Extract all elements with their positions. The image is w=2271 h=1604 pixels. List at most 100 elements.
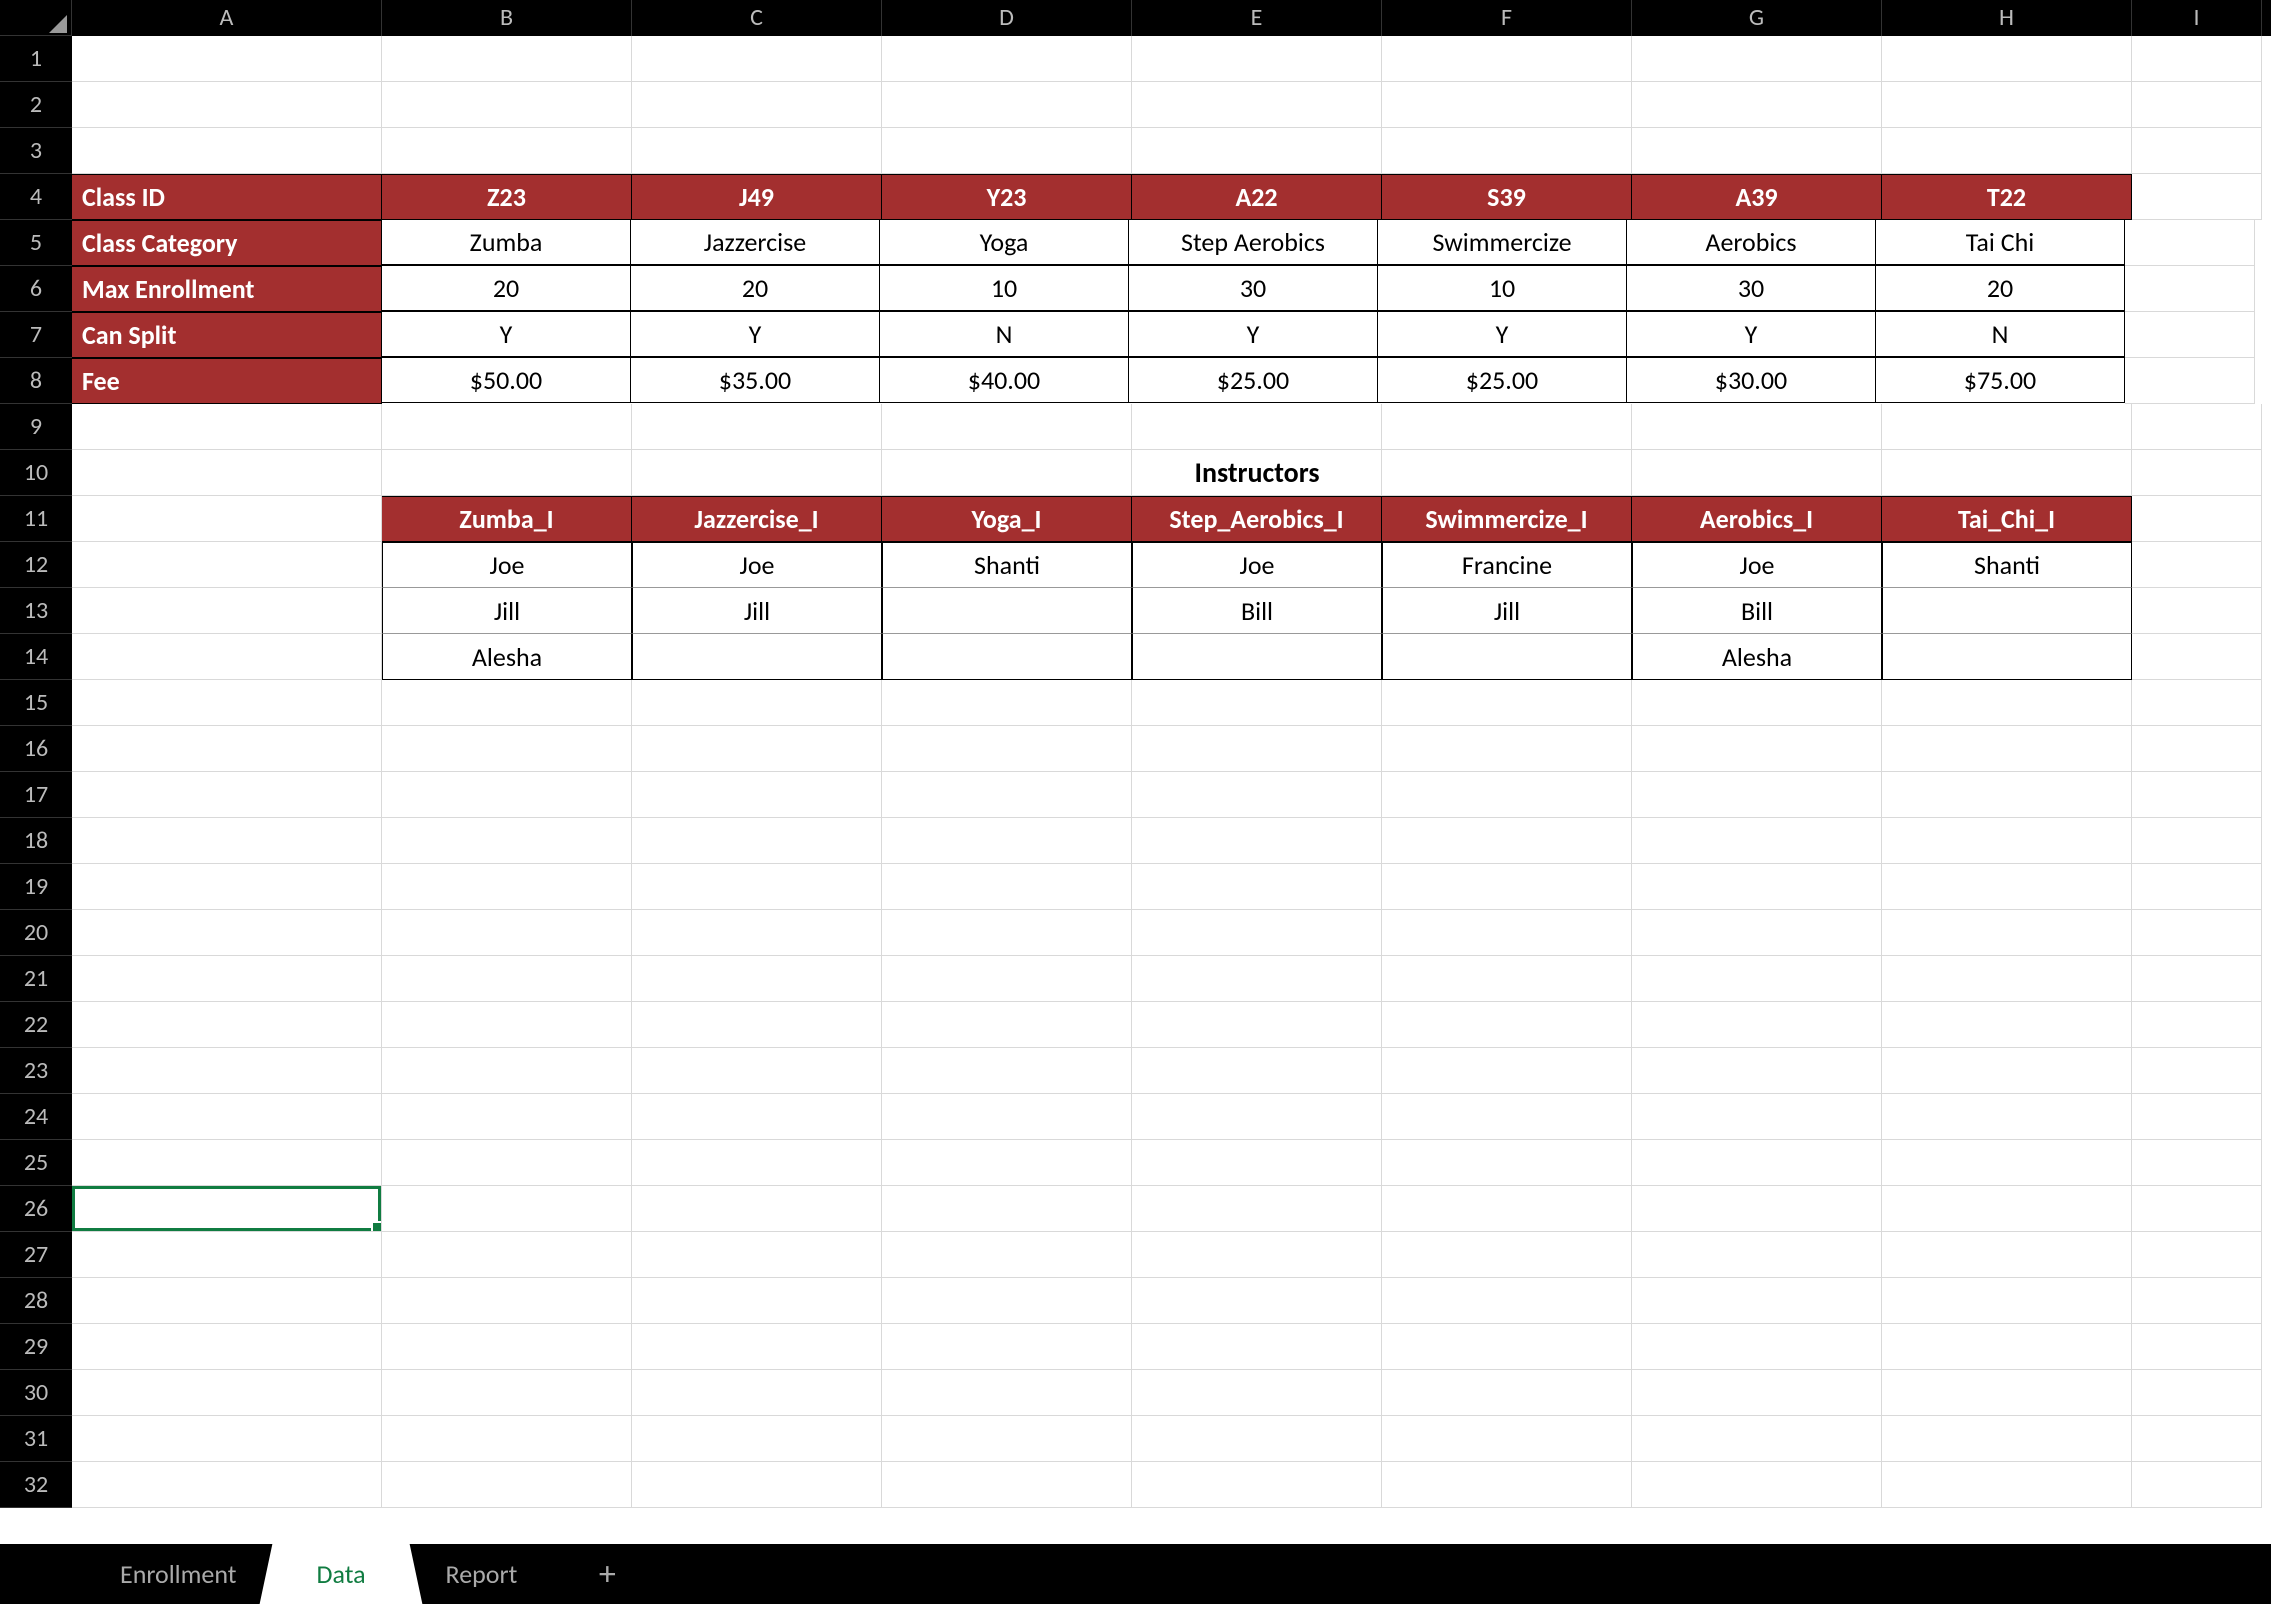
cell-I20[interactable] (2132, 910, 2262, 956)
cell-I25[interactable] (2132, 1140, 2262, 1186)
cell-C20[interactable] (632, 910, 882, 956)
cell-G7[interactable]: Y (1626, 311, 1876, 357)
cell-D23[interactable] (882, 1048, 1132, 1094)
cell-I12[interactable] (2132, 542, 2262, 588)
cell-C22[interactable] (632, 1002, 882, 1048)
cell-G10[interactable] (1632, 450, 1882, 496)
cell-H12[interactable]: Shanti (1882, 542, 2132, 588)
row-header-4[interactable]: 4 (0, 174, 72, 220)
cell-H3[interactable] (1882, 128, 2132, 174)
cell-I2[interactable] (2132, 82, 2262, 128)
cell-D17[interactable] (882, 772, 1132, 818)
select-all-corner[interactable] (0, 0, 72, 36)
cell-F32[interactable] (1382, 1462, 1632, 1508)
cell-G25[interactable] (1632, 1140, 1882, 1186)
row-header-26[interactable]: 26 (0, 1186, 72, 1232)
cell-E1[interactable] (1132, 36, 1382, 82)
cell-I7[interactable] (2125, 312, 2255, 358)
cell-H23[interactable] (1882, 1048, 2132, 1094)
row-header-2[interactable]: 2 (0, 82, 72, 128)
cell-C31[interactable] (632, 1416, 882, 1462)
cell-A23[interactable] (72, 1048, 382, 1094)
cell-H29[interactable] (1882, 1324, 2132, 1370)
row-header-17[interactable]: 17 (0, 772, 72, 818)
cell-A19[interactable] (72, 864, 382, 910)
cell-H5[interactable]: Tai Chi (1875, 219, 2125, 265)
cell-E29[interactable] (1132, 1324, 1382, 1370)
row-header-15[interactable]: 15 (0, 680, 72, 726)
cell-H25[interactable] (1882, 1140, 2132, 1186)
cell-C2[interactable] (632, 82, 882, 128)
cell-I21[interactable] (2132, 956, 2262, 1002)
cell-B9[interactable] (382, 404, 632, 450)
cell-A30[interactable] (72, 1370, 382, 1416)
cell-F13[interactable]: Jill (1382, 588, 1632, 634)
cell-E10[interactable] (1132, 450, 1382, 496)
sheet-tab-data[interactable]: Data (276, 1544, 405, 1604)
cell-E5[interactable]: Step Aerobics (1128, 219, 1378, 265)
cell-D26[interactable] (882, 1186, 1132, 1232)
cell-D12[interactable]: Shanti (882, 542, 1132, 588)
cell-H32[interactable] (1882, 1462, 2132, 1508)
cell-D2[interactable] (882, 82, 1132, 128)
sheet-tab-report[interactable]: Report (406, 1544, 558, 1604)
column-header-H[interactable]: H (1882, 0, 2132, 36)
cell-C5[interactable]: Jazzercise (630, 219, 880, 265)
cell-A8[interactable]: Fee (72, 358, 382, 404)
cell-D32[interactable] (882, 1462, 1132, 1508)
cell-B10[interactable] (382, 450, 632, 496)
cell-C26[interactable] (632, 1186, 882, 1232)
cell-G2[interactable] (1632, 82, 1882, 128)
cell-E19[interactable] (1132, 864, 1382, 910)
cell-F3[interactable] (1382, 128, 1632, 174)
row-header-28[interactable]: 28 (0, 1278, 72, 1324)
row-header-22[interactable]: 22 (0, 1002, 72, 1048)
cell-C8[interactable]: $35.00 (630, 357, 880, 403)
cell-B24[interactable] (382, 1094, 632, 1140)
cell-A25[interactable] (72, 1140, 382, 1186)
cell-E23[interactable] (1132, 1048, 1382, 1094)
cell-F22[interactable] (1382, 1002, 1632, 1048)
cell-B23[interactable] (382, 1048, 632, 1094)
cell-G26[interactable] (1632, 1186, 1882, 1232)
cell-E6[interactable]: 30 (1128, 265, 1378, 311)
cell-D24[interactable] (882, 1094, 1132, 1140)
cell-I6[interactable] (2125, 266, 2255, 312)
row-header-29[interactable]: 29 (0, 1324, 72, 1370)
cell-D22[interactable] (882, 1002, 1132, 1048)
cell-F27[interactable] (1382, 1232, 1632, 1278)
cell-D27[interactable] (882, 1232, 1132, 1278)
cell-G31[interactable] (1632, 1416, 1882, 1462)
cell-G15[interactable] (1632, 680, 1882, 726)
cell-I31[interactable] (2132, 1416, 2262, 1462)
column-header-A[interactable]: A (72, 0, 382, 36)
cell-D9[interactable] (882, 404, 1132, 450)
cell-D5[interactable]: Yoga (879, 219, 1129, 265)
cell-A3[interactable] (72, 128, 382, 174)
column-header-B[interactable]: B (382, 0, 632, 36)
cell-E11[interactable]: Step_Aerobics_I (1132, 496, 1382, 542)
cell-C25[interactable] (632, 1140, 882, 1186)
cell-A20[interactable] (72, 910, 382, 956)
cell-H13[interactable] (1882, 588, 2132, 634)
cell-grid[interactable]: Class IDZ23J49Y23A22S39A39T22Class Categ… (72, 36, 2271, 1544)
row-header-21[interactable]: 21 (0, 956, 72, 1002)
row-header-31[interactable]: 31 (0, 1416, 72, 1462)
row-header-16[interactable]: 16 (0, 726, 72, 772)
cell-E4[interactable]: A22 (1132, 174, 1382, 220)
cell-A17[interactable] (72, 772, 382, 818)
cell-D30[interactable] (882, 1370, 1132, 1416)
row-header-19[interactable]: 19 (0, 864, 72, 910)
cell-H31[interactable] (1882, 1416, 2132, 1462)
cell-D18[interactable] (882, 818, 1132, 864)
cell-A13[interactable] (72, 588, 382, 634)
cell-I27[interactable] (2132, 1232, 2262, 1278)
cell-A29[interactable] (72, 1324, 382, 1370)
cell-B2[interactable] (382, 82, 632, 128)
cell-F11[interactable]: Swimmercize_I (1382, 496, 1632, 542)
cell-B17[interactable] (382, 772, 632, 818)
cell-D4[interactable]: Y23 (882, 174, 1132, 220)
cell-F30[interactable] (1382, 1370, 1632, 1416)
cell-B22[interactable] (382, 1002, 632, 1048)
cell-A21[interactable] (72, 956, 382, 1002)
